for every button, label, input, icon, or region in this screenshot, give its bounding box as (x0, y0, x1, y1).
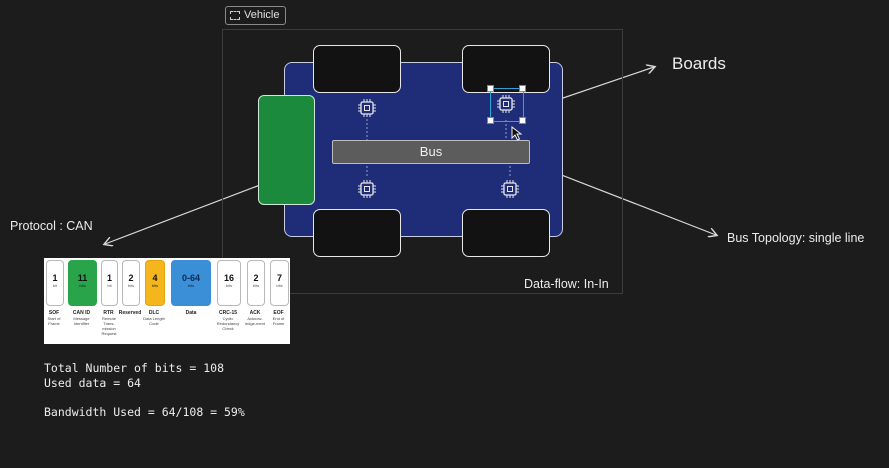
can-frame-table: 1 bit SOF Start of Frame 11 bits CAN ID Me… (44, 258, 290, 344)
bandwidth-text: Bandwidth Used = 64/108 = 59% (44, 405, 245, 419)
can-field-desc: Start of Frame (47, 316, 61, 326)
chip-icon[interactable] (356, 178, 378, 200)
can-field-desc: Acknow-ledge-ment (244, 316, 265, 326)
resize-handle-top-left[interactable] (487, 85, 494, 92)
bus-label: Bus (419, 144, 443, 159)
can-field-ack: 2 bits (247, 260, 265, 306)
chip-icon[interactable] (356, 97, 378, 119)
can-field-desc: Cyclic Redundancy Check (216, 316, 240, 331)
can-field-dlc: 4 bits (145, 260, 165, 306)
can-field-name: Reserved (118, 310, 142, 316)
can-field-desc: Data Length Code (143, 316, 165, 326)
protocol-label: Protocol : CAN (10, 219, 93, 233)
can-field-can-id: 11 bits (68, 260, 97, 306)
boards-label: Boards (672, 54, 726, 73)
resize-handle-bottom-left[interactable] (487, 117, 494, 124)
bus-topology-label: Bus Topology: single line (727, 231, 865, 245)
total-bits-text: Total Number of bits = 108 (44, 361, 225, 375)
resize-handle-top-right[interactable] (519, 85, 526, 92)
can-field-desc: End of Frame (272, 316, 285, 326)
can-field-data: 0-64 bits (171, 260, 211, 306)
bus-bar[interactable]: Bus (332, 140, 530, 164)
resize-handle-bottom-right[interactable] (519, 117, 526, 124)
can-field-name: Data (185, 310, 197, 316)
data-flow-label: Data-flow: In-In (524, 277, 609, 291)
can-field-sof: 1 bit (46, 260, 64, 306)
can-field-desc: Remote Trans-mission Request (101, 316, 117, 336)
can-field-reserved: 2 bits (122, 260, 140, 306)
can-field-eof: 7 bits (270, 260, 289, 306)
used-data-text: Used data = 64 (44, 376, 141, 390)
chip-icon[interactable] (499, 178, 521, 200)
mouse-cursor-icon (511, 126, 523, 141)
can-field-crc: 16 bits (217, 260, 241, 306)
can-field-desc: Message Identifier (73, 316, 90, 326)
can-field-rtr: 1 bit (101, 260, 118, 306)
